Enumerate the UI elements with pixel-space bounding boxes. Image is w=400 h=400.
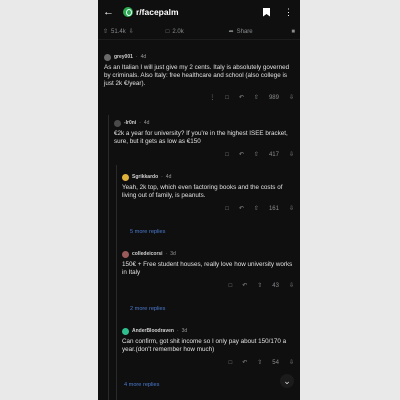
- thread-rail: [116, 165, 117, 400]
- comment-stat[interactable]: □ 2.0k: [166, 29, 229, 35]
- comment-actions: □ ↶ ⇧ 43 ⇩: [122, 283, 294, 291]
- more-replies-link[interactable]: 4 more replies: [124, 382, 159, 388]
- upvote-icon[interactable]: ⇧: [254, 206, 259, 214]
- award-icon[interactable]: □: [225, 152, 229, 160]
- award-icon[interactable]: □: [229, 360, 233, 368]
- comment-score: 161: [268, 206, 279, 213]
- downvote-icon[interactable]: ⇩: [289, 95, 294, 103]
- downvote-icon[interactable]: ⇩: [289, 283, 294, 291]
- comment-age: 3d: [170, 251, 176, 258]
- comment-actions: □ ↶ ⇧ 54 ⇩: [122, 360, 294, 368]
- comment-author[interactable]: colledeicorsi: [132, 251, 163, 258]
- comment-age: 4d: [143, 120, 150, 127]
- top-bar: ← r/facepalm ⋮: [98, 0, 300, 24]
- comment-actions: □ ↶ ⇧ 161 ⇩: [122, 206, 294, 214]
- award-icon[interactable]: □: [229, 283, 233, 291]
- award-icon[interactable]: □: [225, 206, 229, 214]
- comment-author[interactable]: -Ir0ni: [124, 120, 136, 127]
- avatar[interactable]: [122, 174, 129, 181]
- comment-body: As an Italian I will just give my 2 cent…: [104, 64, 290, 88]
- downvote-icon[interactable]: ⇩: [289, 206, 294, 214]
- comment-body: 150€ + Free student houses, really love …: [122, 261, 293, 277]
- upvote-stat[interactable]: ⇧ 51.4k ⇩: [103, 28, 166, 36]
- avatar[interactable]: [122, 328, 129, 335]
- upvote-icon[interactable]: ⇧: [254, 152, 259, 160]
- comment-actions: ⋮ □ ↶ ⇧ 989 ⇩: [104, 95, 294, 103]
- more-options-icon[interactable]: ⋮: [209, 95, 215, 103]
- comment-score: 989: [268, 94, 279, 101]
- reply-icon[interactable]: ↶: [239, 206, 244, 214]
- subreddit-name[interactable]: r/facepalm: [136, 7, 263, 17]
- award-icon[interactable]: □: [225, 95, 229, 103]
- downvote-icon[interactable]: ⇩: [289, 152, 294, 160]
- avatar[interactable]: [122, 251, 129, 258]
- bookmark-icon[interactable]: [263, 7, 270, 17]
- comment-age: 3d: [181, 328, 188, 335]
- comment-header: -Ir0ni · 4d: [114, 120, 294, 127]
- avatar[interactable]: [104, 54, 111, 61]
- comment-header: colledeicorsi · 3d: [122, 251, 294, 258]
- comment-age: 4d: [140, 54, 147, 61]
- downvote-icon[interactable]: ⇩: [129, 28, 134, 35]
- comment-header: AnderBloodraven · 3d: [122, 328, 294, 335]
- comment-item: colledeicorsi · 3d 150€ + Free student ho…: [122, 251, 294, 291]
- downvote-icon[interactable]: ⇩: [289, 360, 294, 368]
- comment-header: Sgrikkardo · 4d: [122, 174, 294, 181]
- reply-icon[interactable]: ↶: [242, 360, 247, 368]
- upvote-count: 51.4k: [111, 28, 126, 35]
- upvote-icon[interactable]: ⇧: [254, 95, 259, 103]
- comment-age: 4d: [165, 174, 172, 181]
- comment-score: 43: [272, 283, 279, 290]
- award-icon[interactable]: ■: [291, 29, 295, 35]
- share-label: Share: [236, 28, 253, 35]
- comment-score: 417: [268, 152, 279, 159]
- comment-body: Can confirm, got shit income so I only p…: [122, 338, 287, 354]
- comment-header: grey001 · 4d: [104, 54, 294, 61]
- comment-body: €2k a year for university? If you're in …: [114, 130, 288, 146]
- chevron-down-icon[interactable]: ⌄: [280, 374, 294, 388]
- subreddit-icon[interactable]: [123, 7, 133, 17]
- comment-item: Sgrikkardo · 4d Yeah, 2k top, which even …: [122, 174, 294, 214]
- comment-count: 2.0k: [172, 28, 184, 35]
- reply-icon[interactable]: ↶: [239, 95, 244, 103]
- comment-score: 54: [272, 360, 279, 367]
- upvote-icon[interactable]: ⇧: [257, 283, 262, 291]
- thread-rail: [108, 115, 109, 400]
- comment-item: grey001 · 4d As an Italian I will just gi…: [104, 54, 294, 102]
- more-options-icon[interactable]: ⋮: [284, 7, 293, 18]
- comment-author[interactable]: Sgrikkardo: [132, 174, 158, 181]
- share-icon: ➦: [228, 29, 234, 35]
- more-replies-link[interactable]: 2 more replies: [130, 306, 165, 312]
- app-screen: ← r/facepalm ⋮ ⇧ 51.4k ⇩ □ 2.0k ➦ Share ■ gr…: [98, 0, 300, 400]
- upvote-icon: ⇧: [103, 29, 109, 35]
- comment-author[interactable]: AnderBloodraven: [132, 328, 174, 335]
- comment-icon: □: [165, 28, 170, 35]
- comment-body: Yeah, 2k top, which even factoring books…: [122, 184, 283, 200]
- comment-author[interactable]: grey001: [114, 54, 133, 61]
- comment-item: -Ir0ni · 4d €2k a year for university? If…: [114, 120, 294, 160]
- more-replies-link[interactable]: 5 more replies: [130, 229, 165, 235]
- share-button[interactable]: ➦ Share: [228, 28, 292, 36]
- avatar[interactable]: [114, 120, 121, 127]
- upvote-icon[interactable]: ⇧: [257, 360, 262, 368]
- comment-actions: □ ↶ ⇧ 417 ⇩: [114, 152, 294, 160]
- reply-icon[interactable]: ↶: [242, 283, 247, 291]
- comment-item: AnderBloodraven · 3d Can confirm, got shi…: [122, 328, 294, 368]
- post-action-bar: ⇧ 51.4k ⇩ □ 2.0k ➦ Share ■: [98, 24, 300, 40]
- reply-icon[interactable]: ↶: [239, 152, 244, 160]
- arrow-left-icon[interactable]: ←: [103, 6, 117, 18]
